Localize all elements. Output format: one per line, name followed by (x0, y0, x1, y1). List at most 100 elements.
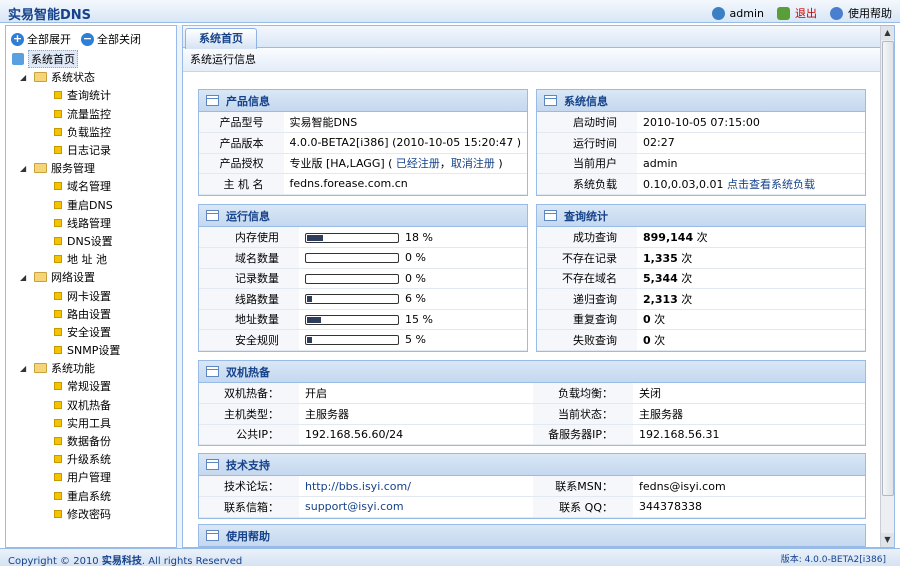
leaf-icon (54, 109, 62, 118)
usage-text: 15 % (405, 312, 433, 326)
tree-item[interactable]: 双机热备 (6, 396, 176, 414)
tree-item[interactable]: 查询统计 (6, 86, 176, 104)
leaf-icon (54, 509, 62, 518)
copyright-prefix: Copyright © 2010 (8, 556, 99, 566)
tree-item-label: 路由设置 (67, 307, 111, 321)
scroll-thumb[interactable] (882, 41, 894, 496)
tree-item[interactable]: 重启系统 (6, 487, 176, 505)
help-icon[interactable] (830, 6, 843, 20)
table-row: 重复查询 0 次 (537, 309, 865, 330)
scroll-up-icon[interactable]: ▲ (881, 26, 894, 40)
minus-icon: − (81, 31, 94, 46)
license-cell: 专业版 [HA,LAGG] ( 已经注册，取消注册 ) (283, 153, 527, 174)
tree-item[interactable]: 域名管理 (6, 177, 176, 195)
count-unit: 次 (654, 313, 666, 327)
tree-item[interactable]: 数据备份 (6, 432, 176, 450)
scroll-down-icon[interactable]: ▼ (881, 533, 894, 547)
progress-fill (307, 316, 321, 323)
leaf-icon (54, 236, 62, 245)
system-info-panel: 系统信息 启动时间 2010-10-05 07:15:00 运行时间 02:27 当… (536, 89, 866, 196)
row-label: 域名数量 (199, 247, 299, 269)
tree-group-label: 网络设置 (51, 271, 95, 285)
panel-title: 运行信息 (226, 209, 270, 223)
collapse-all-button[interactable]: − 全部关闭 (81, 31, 141, 47)
count-cell: 5,344 次 (637, 268, 865, 289)
tab-strip: 系统首页 (183, 26, 894, 49)
usage-text: 6 % (405, 292, 426, 306)
tree-item[interactable]: 日志记录 (6, 141, 176, 159)
row-label: 联系MSN： (533, 476, 633, 497)
tree-group-label: 系统功能 (51, 362, 95, 376)
row-label: 成功查询 (537, 227, 637, 248)
closing-paren: ) (498, 157, 503, 171)
tree-item[interactable]: 安全设置 (6, 323, 176, 341)
tree-item-label: 修改密码 (67, 507, 111, 521)
panel-title: 双机热备 (226, 365, 270, 379)
tree-item[interactable]: SNMP设置 (6, 341, 176, 359)
panel-header: 产品信息 (199, 90, 527, 112)
table-row: 内存使用 18 % (199, 227, 527, 248)
content-area: 产品信息 产品型号 实易智能DNS 产品版本 4.0.0-BETA2[i386] (… (183, 73, 880, 547)
email-link[interactable]: support@isyi.com (305, 500, 404, 513)
leaf-icon (54, 255, 62, 264)
tree-item-label: 常规设置 (67, 380, 111, 394)
count-unit: 次 (681, 251, 693, 265)
tree-item[interactable]: 负载监控 (6, 123, 176, 141)
tree-item[interactable]: 流量监控 (6, 105, 176, 123)
tree-group[interactable]: ◢ 网络设置 (6, 268, 176, 286)
leaf-icon (54, 400, 62, 409)
expand-triangle-icon[interactable]: ◢ (20, 164, 28, 173)
row-label: 启动时间 (537, 112, 637, 133)
tree-item[interactable]: 修改密码 (6, 505, 176, 523)
table-icon (206, 459, 219, 470)
tree-item-label: SNMP设置 (67, 344, 121, 358)
tree-item[interactable]: 常规设置 (6, 377, 176, 395)
count-cell: 2,313 次 (637, 288, 865, 310)
tree-group[interactable]: ◢ 系统功能 (6, 359, 176, 377)
logout-icon[interactable] (777, 6, 790, 20)
tree-group[interactable]: ◢ 服务管理 (6, 159, 176, 177)
logout-link[interactable]: 退出 (795, 5, 817, 21)
leaf-icon (54, 200, 62, 209)
folder-icon (34, 72, 47, 83)
row-label: 记录数量 (199, 268, 299, 289)
query-stats-table: 成功查询 899,144 次 不存在记录 1,335 次 不存在域名 5,344 次 … (537, 227, 865, 351)
table-row: 产品授权 专业版 [HA,LAGG] ( 已经注册，取消注册 ) (199, 153, 527, 174)
row-label: 内存使用 (199, 227, 299, 248)
tree-item[interactable]: 线路管理 (6, 214, 176, 232)
expand-triangle-icon[interactable]: ◢ (20, 73, 28, 82)
tree-item[interactable]: 实用工具 (6, 414, 176, 432)
tab-home[interactable]: 系统首页 (185, 28, 257, 49)
expand-triangle-icon[interactable]: ◢ (20, 364, 28, 373)
help-link[interactable]: 使用帮助 (848, 5, 892, 21)
panel-header: 运行信息 (199, 205, 527, 227)
tree-group[interactable]: ◢ 系统状态 (6, 68, 176, 86)
tree-item[interactable]: 升级系统 (6, 450, 176, 468)
row-label: 当前用户 (537, 153, 637, 174)
row-value: fedns.forease.com.cn (283, 173, 527, 195)
tree-item-label: 日志记录 (67, 144, 111, 158)
vertical-scrollbar[interactable]: ▲ ▼ (880, 26, 894, 547)
product-info-table: 产品型号 实易智能DNS 产品版本 4.0.0-BETA2[i386] (2010-… (199, 112, 527, 195)
folder-icon (34, 363, 47, 374)
company-name: 实易科技 (101, 556, 142, 566)
tree-item[interactable]: 路由设置 (6, 305, 176, 323)
tree-item[interactable]: DNS设置 (6, 232, 176, 250)
expand-triangle-icon[interactable]: ◢ (20, 273, 28, 282)
query-count: 1,335 (643, 251, 678, 265)
view-load-link[interactable]: 点击查看系统负载 (727, 178, 815, 191)
unregister-link[interactable]: 取消注册 (451, 157, 495, 170)
tree-item[interactable]: 用户管理 (6, 468, 176, 486)
expand-all-button[interactable]: + 全部展开 (11, 31, 71, 47)
count-unit: 次 (681, 292, 693, 306)
tree-item[interactable]: 网卡设置 (6, 286, 176, 304)
tree-item[interactable]: 地 址 池 (6, 250, 176, 268)
tree-item[interactable]: 重启DNS (6, 196, 176, 214)
tree-item-home[interactable]: 系统首页 (6, 50, 176, 69)
registered-link[interactable]: 已经注册 (396, 157, 440, 170)
row-value: 2010-10-05 07:15:00 (637, 112, 865, 133)
table-row: 公共IP： 192.168.56.60/24 备服务器IP： 192.168.56.3… (199, 424, 865, 445)
row-label: 地址数量 (199, 309, 299, 330)
forum-link[interactable]: http://bbs.isyi.com/ (305, 480, 411, 493)
query-count: 899,144 (643, 231, 694, 244)
